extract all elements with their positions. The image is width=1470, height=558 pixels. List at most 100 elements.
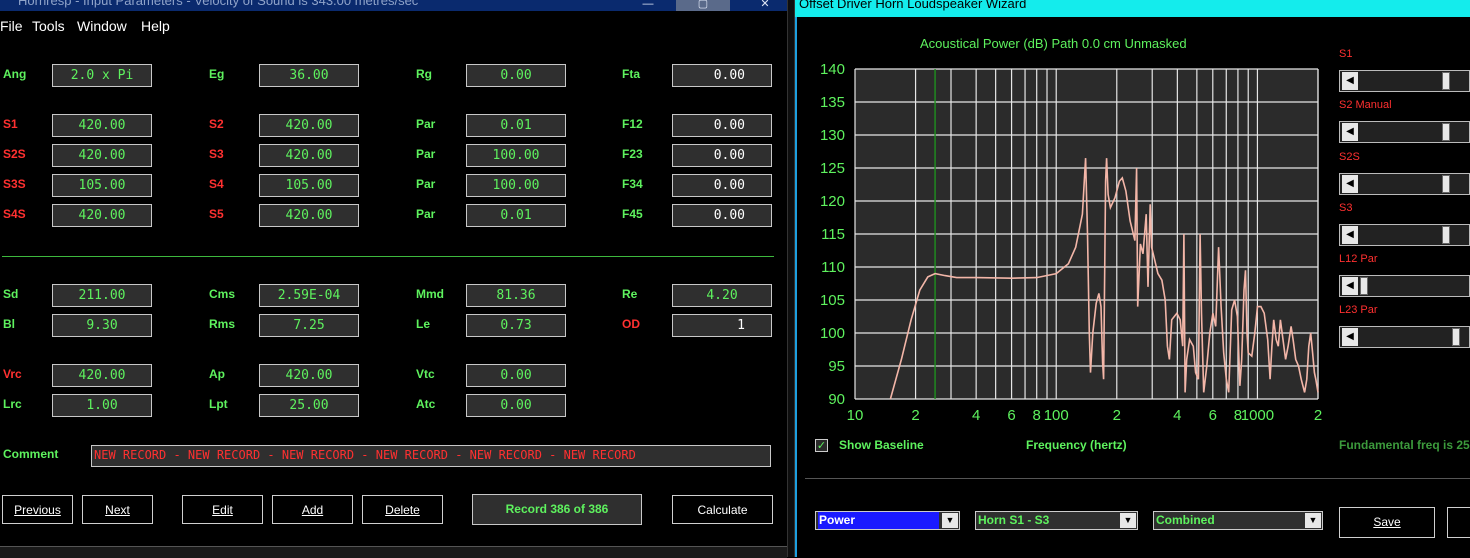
mode-select[interactable]: Combined ▼ xyxy=(1153,511,1323,530)
rg-field[interactable]: 0.00 xyxy=(466,64,566,87)
chevron-left-icon[interactable]: ◀ xyxy=(1342,123,1358,141)
right-title-bar[interactable]: Offset Driver Horn Loudspeaker Wizard xyxy=(795,0,1470,17)
cms-field[interactable]: 2.59E-04 xyxy=(259,284,359,307)
chevron-left-icon[interactable]: ◀ xyxy=(1342,72,1358,90)
s4s-field[interactable]: 420.00 xyxy=(52,204,152,227)
edit-button[interactable]: Edit xyxy=(182,495,263,524)
segment-select[interactable]: Horn S1 - S3 ▼ xyxy=(975,511,1138,530)
window-divider[interactable] xyxy=(787,0,795,557)
s1-field[interactable]: 420.00 xyxy=(52,114,152,137)
eg-field[interactable]: 36.00 xyxy=(259,64,359,87)
vrc-field[interactable]: 420.00 xyxy=(52,364,152,387)
show-baseline-label[interactable]: Show Baseline xyxy=(839,438,924,452)
record-indicator: Record 386 of 386 xyxy=(472,494,642,525)
menu-file[interactable]: File xyxy=(0,18,23,34)
od-label: OD xyxy=(622,317,640,331)
slider-thumb[interactable] xyxy=(1442,72,1450,90)
mmd-field[interactable]: 81.36 xyxy=(466,284,566,307)
save-button[interactable]: Save xyxy=(1339,507,1435,538)
ap-label: Ap xyxy=(209,367,225,381)
chevron-left-icon[interactable]: ◀ xyxy=(1342,328,1358,346)
sd-field[interactable]: 211.00 xyxy=(52,284,152,307)
lpt-field[interactable]: 25.00 xyxy=(259,394,359,417)
fta-field[interactable]: 0.00 xyxy=(672,64,772,87)
slider-2[interactable]: ◀ xyxy=(1339,173,1470,195)
delete-button[interactable]: Delete xyxy=(362,495,443,524)
left-title-bar[interactable]: Hornresp - Input Parameters - Velocity o… xyxy=(0,0,787,11)
lrc-field[interactable]: 1.00 xyxy=(52,394,152,417)
previous-button[interactable]: Previous xyxy=(2,495,73,524)
menu-window[interactable]: Window xyxy=(77,18,127,34)
calculate-button[interactable]: Calculate xyxy=(672,495,773,524)
slider-label-5: L23 Par xyxy=(1339,304,1378,316)
le-field[interactable]: 0.73 xyxy=(466,314,566,337)
y-tick-label: 90 xyxy=(828,391,845,408)
par3-label: Par xyxy=(416,177,436,191)
chevron-left-icon[interactable]: ◀ xyxy=(1342,226,1358,244)
menu-tools[interactable]: Tools xyxy=(32,18,65,34)
slider-0[interactable]: ◀ xyxy=(1339,70,1470,92)
f12-field[interactable]: 0.00 xyxy=(672,114,772,137)
s3s-field[interactable]: 105.00 xyxy=(52,174,152,197)
bl-label: Bl xyxy=(3,317,15,331)
f45-label: F45 xyxy=(622,207,643,221)
slider-thumb[interactable] xyxy=(1452,328,1460,346)
menu-help[interactable]: Help xyxy=(141,18,170,34)
re-label: Re xyxy=(622,287,638,301)
atc-field[interactable]: 0.00 xyxy=(466,394,566,417)
od-field[interactable]: 1 xyxy=(672,314,772,337)
vtc-field[interactable]: 0.00 xyxy=(466,364,566,387)
next-button[interactable]: Next xyxy=(82,495,153,524)
view-select[interactable]: Power ▼ xyxy=(815,511,960,530)
slider-5[interactable]: ◀ xyxy=(1339,326,1470,348)
f34-field[interactable]: 0.00 xyxy=(672,174,772,197)
s2-field[interactable]: 420.00 xyxy=(259,114,359,137)
show-baseline-checkbox[interactable]: ✓ xyxy=(815,439,828,452)
y-tick-label: 110 xyxy=(821,259,845,276)
par1-field[interactable]: 0.01 xyxy=(466,114,566,137)
minimize-button[interactable]: — xyxy=(628,0,668,11)
ang-field[interactable]: 2.0 x Pi xyxy=(52,64,152,87)
f34-value: 0.00 xyxy=(713,178,745,193)
mode-select-value: Combined xyxy=(1156,513,1215,527)
f23-field[interactable]: 0.00 xyxy=(672,144,772,167)
s5-field[interactable]: 420.00 xyxy=(259,204,359,227)
left-status-strip xyxy=(0,546,787,558)
slider-3[interactable]: ◀ xyxy=(1339,224,1470,246)
slider-thumb[interactable] xyxy=(1442,175,1450,193)
re-field[interactable]: 4.20 xyxy=(672,284,772,307)
maximize-button[interactable]: ▢ xyxy=(676,0,730,11)
s2s-label: S2S xyxy=(3,147,26,161)
y-tick-label: 120 xyxy=(820,193,845,210)
s4s-label: S4S xyxy=(3,207,26,221)
close-button[interactable]: ✕ xyxy=(745,0,785,11)
le-label: Le xyxy=(416,317,431,331)
s4-field[interactable]: 105.00 xyxy=(259,174,359,197)
bl-field[interactable]: 9.30 xyxy=(52,314,152,337)
slider-thumb[interactable] xyxy=(1442,123,1450,141)
par2-field[interactable]: 100.00 xyxy=(466,144,566,167)
slider-label-2: S2S xyxy=(1339,151,1360,163)
rms-field[interactable]: 7.25 xyxy=(259,314,359,337)
par4-field[interactable]: 0.01 xyxy=(466,204,566,227)
slider-1[interactable]: ◀ xyxy=(1339,121,1470,143)
slider-4[interactable]: ◀ xyxy=(1339,275,1470,297)
add-button[interactable]: Add xyxy=(272,495,353,524)
slider-thumb[interactable] xyxy=(1360,277,1368,295)
ap-field[interactable]: 420.00 xyxy=(259,364,359,387)
slider-label-4: L12 Par xyxy=(1339,253,1378,265)
slider-thumb[interactable] xyxy=(1442,226,1450,244)
par3-field[interactable]: 100.00 xyxy=(466,174,566,197)
save-label: Save xyxy=(1373,515,1401,529)
f45-field[interactable]: 0.00 xyxy=(672,204,772,227)
chevron-left-icon[interactable]: ◀ xyxy=(1342,175,1358,193)
eg-label: Eg xyxy=(209,67,225,81)
s2s-field[interactable]: 420.00 xyxy=(52,144,152,167)
extra-button[interactable] xyxy=(1447,507,1470,538)
lrc-label: Lrc xyxy=(3,397,22,411)
comment-field[interactable]: NEW RECORD - NEW RECORD - NEW RECORD - N… xyxy=(91,445,771,467)
menu-bar: File Tools Window Help xyxy=(0,16,787,36)
chart-title: Acoustical Power (dB) Path 0.0 cm Unmask… xyxy=(920,36,1187,51)
s3-field[interactable]: 420.00 xyxy=(259,144,359,167)
chevron-left-icon[interactable]: ◀ xyxy=(1342,277,1358,295)
